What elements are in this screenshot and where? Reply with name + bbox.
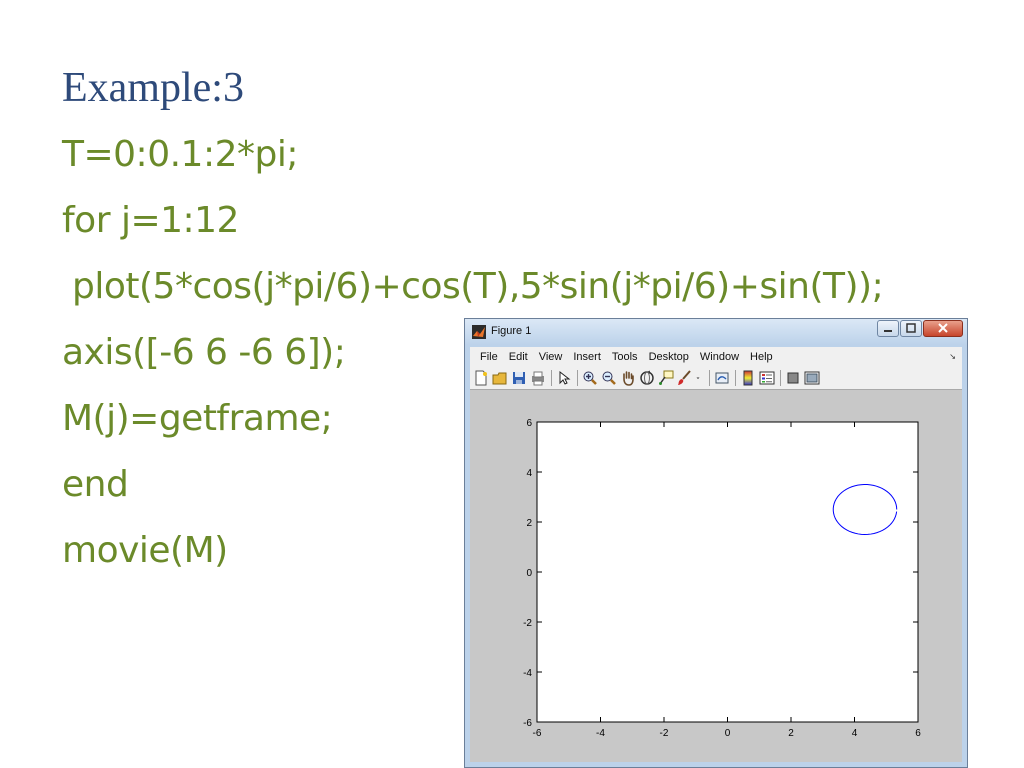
y-tick-label-3: 0 [526,568,532,579]
close-icon [938,323,948,333]
minimize-button[interactable] [877,320,899,337]
minimize-icon [884,330,892,332]
pan-hand-icon[interactable] [620,370,636,386]
y-tick-label-4: 2 [526,518,532,529]
figure-menubar: File Edit View Insert Tools Desktop Wind… [470,347,962,367]
toolbar-separator [551,370,552,386]
code-line-2: for j=1:12 [62,200,239,241]
hide-plot-tools-icon[interactable] [785,370,801,386]
open-file-icon[interactable] [492,370,508,386]
plot-area[interactable]: -6 -4 -2 0 2 4 6 -6 -4 -2 0 2 4 6 [470,390,962,762]
zoom-in-icon[interactable] [582,370,598,386]
axes-box[interactable] [536,421,919,723]
y-tick-label-0: -6 [523,718,532,729]
toolbar-separator [780,370,781,386]
menu-edit[interactable]: Edit [508,351,529,363]
select-arrow-icon[interactable] [556,370,572,386]
print-icon[interactable] [530,370,546,386]
figure-window[interactable]: Figure 1 File Edit View Insert Tools Des… [464,318,968,768]
dock-arrow-icon[interactable]: ↘ [949,352,956,361]
x-tick-label-3: 0 [725,728,731,739]
x-tick-label-4: 2 [788,728,794,739]
figure-toolbar [470,367,962,390]
menu-desktop[interactable]: Desktop [648,351,690,363]
code-line-5: M(j)=getframe; [62,398,333,439]
code-line-7: movie(M) [62,530,228,571]
code-line-3: plot(5*cos(j*pi/6)+cos(T),5*sin(j*pi/6)+… [72,266,884,307]
close-button[interactable] [923,320,963,337]
y-tick-label-5: 4 [526,468,532,479]
x-tick-label-6: 6 [915,728,921,739]
data-cursor-icon[interactable] [658,370,674,386]
figure-title: Figure 1 [491,325,532,337]
zoom-out-icon[interactable] [601,370,617,386]
x-tick-label-2: -2 [660,728,669,739]
menu-file[interactable]: File [479,351,499,363]
matlab-logo-icon [472,325,486,339]
colorbar-icon[interactable] [740,370,756,386]
x-tick-label-1: -4 [596,728,605,739]
code-line-1: T=0:0.1:2*pi; [62,134,298,175]
maximize-icon [906,323,916,333]
link-plot-icon[interactable] [714,370,730,386]
figure-titlebar[interactable]: Figure 1 [465,319,967,345]
y-tick-label-2: -2 [523,618,532,629]
rotate-3d-icon[interactable] [639,370,655,386]
figure-canvas[interactable]: -6 -4 -2 0 2 4 6 -6 -4 -2 0 2 4 6 [470,390,962,762]
menu-window[interactable]: Window [699,351,740,363]
toolbar-separator [709,370,710,386]
code-line-4: axis([-6 6 -6 6]); [62,332,346,373]
show-plot-tools-icon[interactable] [804,370,820,386]
slide-title: Example:3 [62,65,244,111]
save-icon[interactable] [511,370,527,386]
legend-icon[interactable] [759,370,775,386]
brush-dropdown-icon[interactable] [696,370,704,386]
new-figure-icon[interactable] [473,370,489,386]
menu-tools[interactable]: Tools [611,351,639,363]
brush-icon[interactable] [677,370,693,386]
menu-view[interactable]: View [538,351,564,363]
y-tick-label-1: -4 [523,668,532,679]
menu-insert[interactable]: Insert [572,351,602,363]
x-tick-label-0: -6 [533,728,542,739]
code-line-6: end [62,464,129,505]
maximize-button[interactable] [900,320,922,337]
menu-help[interactable]: Help [749,351,774,363]
toolbar-separator [577,370,578,386]
toolbar-separator [735,370,736,386]
x-tick-label-5: 4 [852,728,858,739]
y-tick-label-6: 6 [526,418,532,429]
